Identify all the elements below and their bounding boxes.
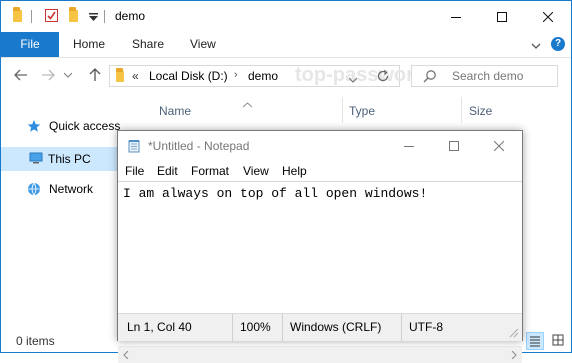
search-icon bbox=[423, 69, 437, 83]
expand-ribbon-icon[interactable] bbox=[531, 39, 541, 49]
address-bar[interactable]: « Local Disk (D:) › demo top-password.co… bbox=[109, 64, 473, 87]
divider bbox=[104, 10, 105, 23]
up-arrow-icon bbox=[89, 68, 101, 81]
up-button[interactable] bbox=[84, 64, 106, 86]
nav-item-quick-access[interactable]: Quick access bbox=[27, 115, 127, 137]
notepad-maximize-button[interactable] bbox=[431, 131, 477, 161]
nav-item-label: Network bbox=[49, 182, 94, 196]
help-icon[interactable]: ? bbox=[551, 37, 565, 51]
sort-ascending-icon bbox=[242, 97, 253, 108]
column-divider[interactable] bbox=[342, 97, 343, 123]
tab-file[interactable]: File bbox=[1, 32, 59, 57]
large-icons-view-icon bbox=[552, 334, 564, 346]
back-arrow-icon bbox=[14, 69, 27, 81]
properties-icon[interactable] bbox=[45, 9, 58, 22]
window-title: demo bbox=[115, 9, 146, 23]
notepad-content: I am always on top of all open windows! bbox=[123, 186, 428, 201]
explorer-title-bar: demo bbox=[1, 1, 571, 32]
tab-home[interactable]: Home bbox=[73, 32, 105, 57]
menu-format[interactable]: Format bbox=[191, 164, 229, 178]
refresh-icon[interactable] bbox=[375, 68, 391, 84]
menu-file[interactable]: File bbox=[125, 164, 144, 178]
breadcrumb-separator-icon[interactable]: › bbox=[234, 69, 238, 81]
network-icon bbox=[28, 182, 40, 196]
new-folder-icon[interactable] bbox=[69, 7, 78, 22]
recent-locations-button[interactable] bbox=[62, 64, 74, 86]
nav-item-label: This PC bbox=[48, 152, 91, 166]
search-box[interactable]: Search demo bbox=[411, 65, 558, 87]
breadcrumb-local-disk[interactable]: Local Disk (D:) bbox=[149, 69, 228, 83]
status-divider bbox=[282, 314, 283, 341]
star-icon bbox=[27, 120, 41, 132]
minimize-button[interactable] bbox=[433, 1, 479, 32]
address-overflow[interactable]: « bbox=[132, 69, 139, 83]
encoding: UTF-8 bbox=[409, 320, 443, 334]
menu-view[interactable]: View bbox=[243, 164, 269, 178]
maximize-icon bbox=[497, 11, 507, 22]
nav-item-label: Quick access bbox=[49, 119, 121, 133]
notepad-status-bar: Ln 1, Col 40 100% Windows (CRLF) UTF-8 bbox=[118, 313, 522, 341]
scroll-left-icon[interactable] bbox=[123, 351, 129, 359]
minimize-icon bbox=[451, 16, 461, 18]
navigation-bar: « Local Disk (D:) › demo top-password.co… bbox=[1, 58, 571, 94]
items-count: 0 items bbox=[16, 334, 55, 348]
details-view-button[interactable] bbox=[526, 332, 544, 350]
customize-quick-access-icon[interactable] bbox=[89, 11, 98, 21]
horizontal-scrollbar[interactable] bbox=[118, 346, 522, 363]
close-icon bbox=[494, 141, 504, 151]
scroll-right-icon[interactable] bbox=[511, 351, 517, 359]
status-divider bbox=[401, 314, 402, 341]
notepad-text-area[interactable]: I am always on top of all open windows! bbox=[118, 181, 522, 363]
column-header-name[interactable]: Name bbox=[159, 104, 191, 118]
status-divider bbox=[232, 314, 233, 341]
notepad-close-button[interactable] bbox=[476, 131, 522, 161]
ribbon-tabs: File Home Share View ? bbox=[1, 32, 571, 58]
chevron-down-icon bbox=[64, 72, 72, 78]
details-view-icon bbox=[530, 336, 540, 347]
close-button[interactable] bbox=[525, 1, 571, 32]
column-header-size[interactable]: Size bbox=[469, 104, 492, 118]
address-dropdown-icon[interactable] bbox=[348, 72, 358, 83]
folder-icon bbox=[116, 68, 124, 82]
nav-item-network[interactable]: Network bbox=[27, 178, 127, 200]
zoom-level: 100% bbox=[240, 320, 271, 334]
notepad-title-bar[interactable]: *Untitled - Notepad bbox=[118, 131, 522, 161]
column-divider[interactable] bbox=[461, 97, 462, 123]
navigation-pane: Quick access This PC Network bbox=[1, 114, 120, 204]
nav-item-this-pc[interactable]: This PC bbox=[1, 147, 118, 171]
resize-grip-icon[interactable] bbox=[509, 328, 519, 338]
menu-edit[interactable]: Edit bbox=[157, 164, 178, 178]
column-header-type[interactable]: Type bbox=[349, 104, 375, 118]
close-icon bbox=[543, 11, 553, 22]
notepad-icon bbox=[127, 139, 141, 153]
notepad-menu-bar: File Edit Format View Help bbox=[118, 161, 522, 181]
maximize-button[interactable] bbox=[479, 1, 525, 32]
notepad-title: *Untitled - Notepad bbox=[148, 139, 250, 153]
forward-button[interactable] bbox=[37, 64, 59, 86]
notepad-minimize-button[interactable] bbox=[386, 131, 432, 161]
divider bbox=[31, 10, 32, 23]
large-icons-view-button[interactable] bbox=[550, 332, 568, 350]
minimize-icon bbox=[404, 146, 414, 147]
tab-view[interactable]: View bbox=[190, 32, 216, 57]
line-endings: Windows (CRLF) bbox=[290, 320, 382, 334]
notepad-window: *Untitled - Notepad File Edit Format Vie… bbox=[117, 130, 523, 363]
tab-share[interactable]: Share bbox=[132, 32, 164, 57]
menu-help[interactable]: Help bbox=[282, 164, 307, 178]
back-button[interactable] bbox=[10, 64, 32, 86]
folder-icon bbox=[13, 7, 22, 22]
computer-icon bbox=[29, 152, 43, 164]
search-placeholder: Search demo bbox=[452, 69, 524, 83]
maximize-icon bbox=[449, 141, 459, 151]
forward-arrow-icon bbox=[42, 69, 55, 81]
cursor-position: Ln 1, Col 40 bbox=[127, 320, 192, 334]
breadcrumb-demo[interactable]: demo bbox=[248, 69, 278, 83]
